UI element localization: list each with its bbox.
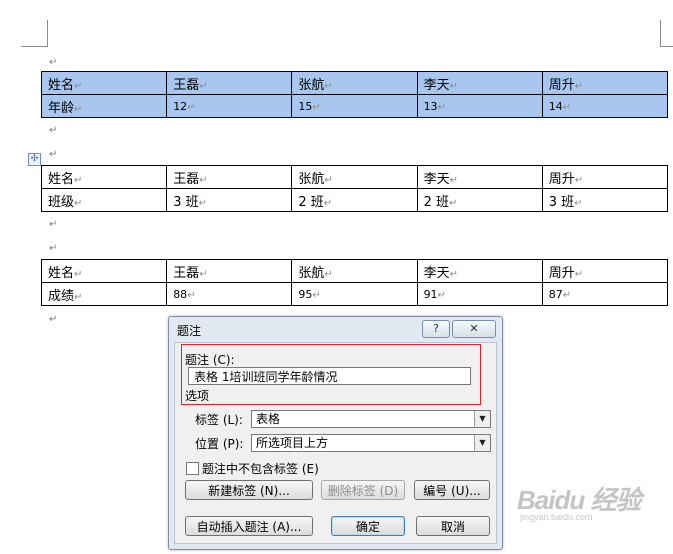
table-cell[interactable]: 13↵ [416,94,543,118]
table-cell[interactable]: 张航↵ [291,165,418,189]
table-cell[interactable]: 姓名↵ [40,71,168,95]
caption-input[interactable]: 表格 1培训班同学年龄情况 [188,367,471,385]
data-table-class[interactable]: 姓名↵ 王磊↵ 张航↵ 李天↵ 周升↵ 班级↵ 3 班↵ 2 班↵ 2 班↵ 3… [40,165,669,212]
help-button[interactable]: ? [422,320,450,338]
table-cell[interactable]: 班级↵ [40,188,168,212]
watermark-url: jingyan.baidu.com [520,512,593,522]
page-corner-mark-left [21,20,48,47]
table-cell[interactable]: 张航↵ [291,71,418,95]
table-cell[interactable]: 3 班↵ [166,188,293,212]
table-cell[interactable]: 2 班↵ [291,188,418,212]
chevron-down-icon[interactable]: ▼ [474,435,490,451]
position-select[interactable]: 所选项目上方 ▼ [251,434,491,452]
table-cell[interactable]: 李天↵ [416,71,543,95]
paragraph-mark: ↵ [49,243,58,254]
table-row: 姓名↵ 王磊↵ 张航↵ 李天↵ 周升↵ [40,71,669,95]
table-cell[interactable]: 周升↵ [541,71,669,95]
page-corner-mark-right [660,20,673,47]
paragraph-mark: ↵ [49,57,58,68]
position-field-label: 位置 (P): [195,437,244,451]
exclude-label-text: 题注中不包含标签 (E) [202,462,319,476]
table-cell[interactable]: 2 班↵ [416,188,543,212]
paragraph-mark: ↵ [49,125,58,136]
numbering-button[interactable]: 编号 (U)... [414,480,490,500]
table-cell[interactable]: 12↵ [166,94,293,118]
table-cell[interactable]: 张航↵ [291,259,418,283]
table-cell[interactable]: 14↵ [541,94,669,118]
paragraph-mark: ↵ [49,219,58,230]
table-cell[interactable]: 姓名↵ [40,259,168,283]
close-icon[interactable]: ✕ [452,320,496,338]
delete-label-button[interactable]: 删除标签 (D) [321,480,405,500]
paragraph-mark: ↵ [49,314,58,325]
dialog-title: 题注 [177,324,202,338]
table-cell[interactable]: 87↵ [541,282,669,306]
new-label-button[interactable]: 新建标签 (N)... [185,480,313,500]
table-cell[interactable]: 年龄↵ [40,94,168,118]
table-row: 年龄↵ 12↵ 15↵ 13↵ 14↵ [40,94,669,118]
table-cell[interactable]: 15↵ [291,94,418,118]
exclude-label-checkbox[interactable] [186,462,199,475]
options-label: 选项 [185,389,210,403]
table-row: 姓名↵ 王磊↵ 张航↵ 李天↵ 周升↵ [40,259,669,283]
table-row: 班级↵ 3 班↵ 2 班↵ 2 班↵ 3 班↵ [40,188,669,212]
table-row: 姓名↵ 王磊↵ 张航↵ 李天↵ 周升↵ [40,165,669,189]
caption-dialog: 题注 ? ✕ 题注 (C): 表格 1培训班同学年龄情况 选项 标签 (L): … [168,316,503,550]
position-select-value: 所选项目上方 [256,436,329,450]
caption-label: 题注 (C): [185,353,235,367]
table-cell[interactable]: 3 班↵ [541,188,669,212]
data-table-age[interactable]: 姓名↵ 王磊↵ 张航↵ 李天↵ 周升↵ 年龄↵ 12↵ 15↵ 13↵ 14↵ [40,71,669,118]
label-select-value: 表格 [256,412,281,426]
label-select[interactable]: 表格 ▼ [251,410,491,428]
table-cell[interactable]: 95↵ [291,282,418,306]
table-move-handle-icon[interactable]: ✣ [28,153,41,166]
table-row: 成绩↵ 88↵ 95↵ 91↵ 87↵ [40,282,669,306]
auto-caption-button[interactable]: 自动插入题注 (A)... [185,516,313,536]
baidu-watermark-logo: Baidu 经验 jingyan.baidu.com [517,480,641,522]
table-cell[interactable]: 李天↵ [416,259,543,283]
ok-button[interactable]: 确定 [331,516,405,536]
table-cell[interactable]: 王磊↵ [166,71,293,95]
chevron-down-icon[interactable]: ▼ [474,411,490,427]
data-table-score[interactable]: 姓名↵ 王磊↵ 张航↵ 李天↵ 周升↵ 成绩↵ 88↵ 95↵ 91↵ 87↵ [40,259,669,306]
paragraph-mark: ↵ [49,149,58,160]
dialog-body: 题注 (C): 表格 1培训班同学年龄情况 选项 标签 (L): 表格 ▼ 位置… [174,342,497,544]
table-cell[interactable]: 周升↵ [541,259,669,283]
table-cell[interactable]: 王磊↵ [166,165,293,189]
table-cell[interactable]: 王磊↵ [166,259,293,283]
table-cell[interactable]: 成绩↵ [40,282,168,306]
table-cell[interactable]: 姓名↵ [40,165,168,189]
table-cell[interactable]: 91↵ [416,282,543,306]
watermark-brand: Baidu 经验 [517,485,641,515]
table-cell[interactable]: 周升↵ [541,165,669,189]
table-cell[interactable]: 88↵ [166,282,293,306]
cancel-button[interactable]: 取消 [416,516,490,536]
table-cell[interactable]: 李天↵ [416,165,543,189]
label-field-label: 标签 (L): [195,413,243,427]
